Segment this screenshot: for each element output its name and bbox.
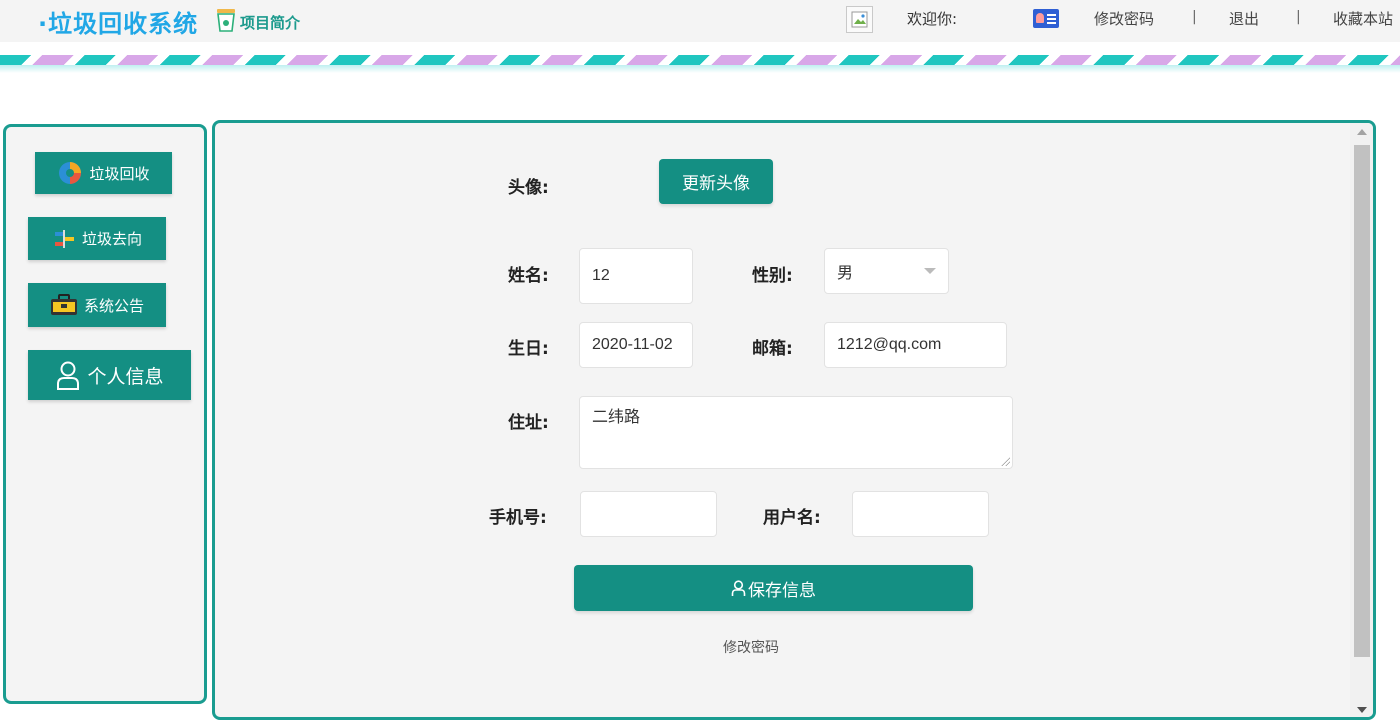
chevron-down-icon <box>924 268 936 274</box>
phone-label: 手机号: <box>489 508 547 528</box>
scroll-down-arrow-icon[interactable] <box>1357 707 1367 713</box>
address-value: 二纬路 <box>592 409 641 426</box>
scrollbar-thumb[interactable] <box>1354 145 1370 657</box>
address-textarea[interactable]: 二纬路 <box>579 396 1013 469</box>
username-input[interactable] <box>852 491 989 537</box>
decorative-stripe <box>0 55 1400 65</box>
nav-separator: | <box>1192 9 1197 25</box>
user-icon <box>57 361 80 390</box>
project-intro-link[interactable]: 项目简介 <box>240 12 300 33</box>
gender-label: 性别: <box>752 266 793 286</box>
bookmark-link[interactable]: 收藏本站 <box>1333 8 1393 29</box>
resize-handle-icon[interactable] <box>1000 456 1010 466</box>
save-info-button[interactable]: 保存信息 <box>574 565 973 611</box>
broken-image-icon <box>851 11 868 28</box>
email-label: 邮箱: <box>752 339 793 359</box>
welcome-text: 欢迎你: <box>907 10 958 28</box>
scroll-up-arrow-icon[interactable] <box>1357 129 1367 135</box>
sidebar-item-recycle[interactable]: 垃圾回收 <box>35 152 172 194</box>
save-info-label: 保存信息 <box>748 580 816 601</box>
recycle-icon <box>59 162 82 184</box>
name-input[interactable]: 12 <box>579 248 693 304</box>
change-password-link[interactable]: 修改密码 <box>1094 8 1154 29</box>
avatar-label: 头像: <box>508 178 549 198</box>
top-bar: ·垃圾回收系统 项目简介 欢迎你: 修改密码 | 退出 | 收藏本站 <box>0 0 1400 42</box>
sidebar-item-destination[interactable]: 垃圾去向 <box>28 217 166 260</box>
vertical-scrollbar[interactable] <box>1350 123 1373 717</box>
gender-select[interactable]: 男 <box>824 248 949 294</box>
birthday-input[interactable]: 2020-11-02 <box>579 322 693 368</box>
direction-icon <box>54 229 74 248</box>
cup-icon[interactable] <box>215 7 237 33</box>
sidebar: 垃圾回收 垃圾去向 系统公告 个人信息 <box>3 124 207 704</box>
avatar-image-icon[interactable] <box>846 6 873 33</box>
logout-link[interactable]: 退出 <box>1229 8 1259 29</box>
briefcase-icon <box>50 294 77 315</box>
update-avatar-button[interactable]: 更新头像 <box>659 159 773 204</box>
profile-panel: 头像: 更新头像 姓名: 12 性别: 男 生日: 2020-11-02 邮箱:… <box>212 120 1376 720</box>
birthday-label: 生日: <box>508 339 549 359</box>
sidebar-item-profile[interactable]: 个人信息 <box>28 350 191 400</box>
gender-selected-value: 男 <box>837 265 854 282</box>
sidebar-item-label: 垃圾去向 <box>81 230 142 248</box>
change-password-link[interactable]: 修改密码 <box>723 637 779 657</box>
sidebar-item-label: 垃圾回收 <box>89 164 150 183</box>
phone-input[interactable] <box>580 491 717 537</box>
username-label: 用户名: <box>763 508 821 528</box>
email-input[interactable]: 1212@qq.com <box>824 322 1007 368</box>
sidebar-item-label: 个人信息 <box>87 365 164 388</box>
address-label: 住址: <box>508 413 549 433</box>
decorative-stripe-glow <box>0 65 1400 73</box>
id-card-icon[interactable] <box>1033 9 1059 28</box>
user-icon <box>731 579 746 596</box>
sidebar-item-label: 系统公告 <box>83 296 144 315</box>
name-label: 姓名: <box>508 266 549 286</box>
sidebar-item-announcement[interactable]: 系统公告 <box>28 283 166 327</box>
nav-separator: | <box>1296 9 1301 25</box>
site-logo-title[interactable]: ·垃圾回收系统 <box>38 4 198 39</box>
